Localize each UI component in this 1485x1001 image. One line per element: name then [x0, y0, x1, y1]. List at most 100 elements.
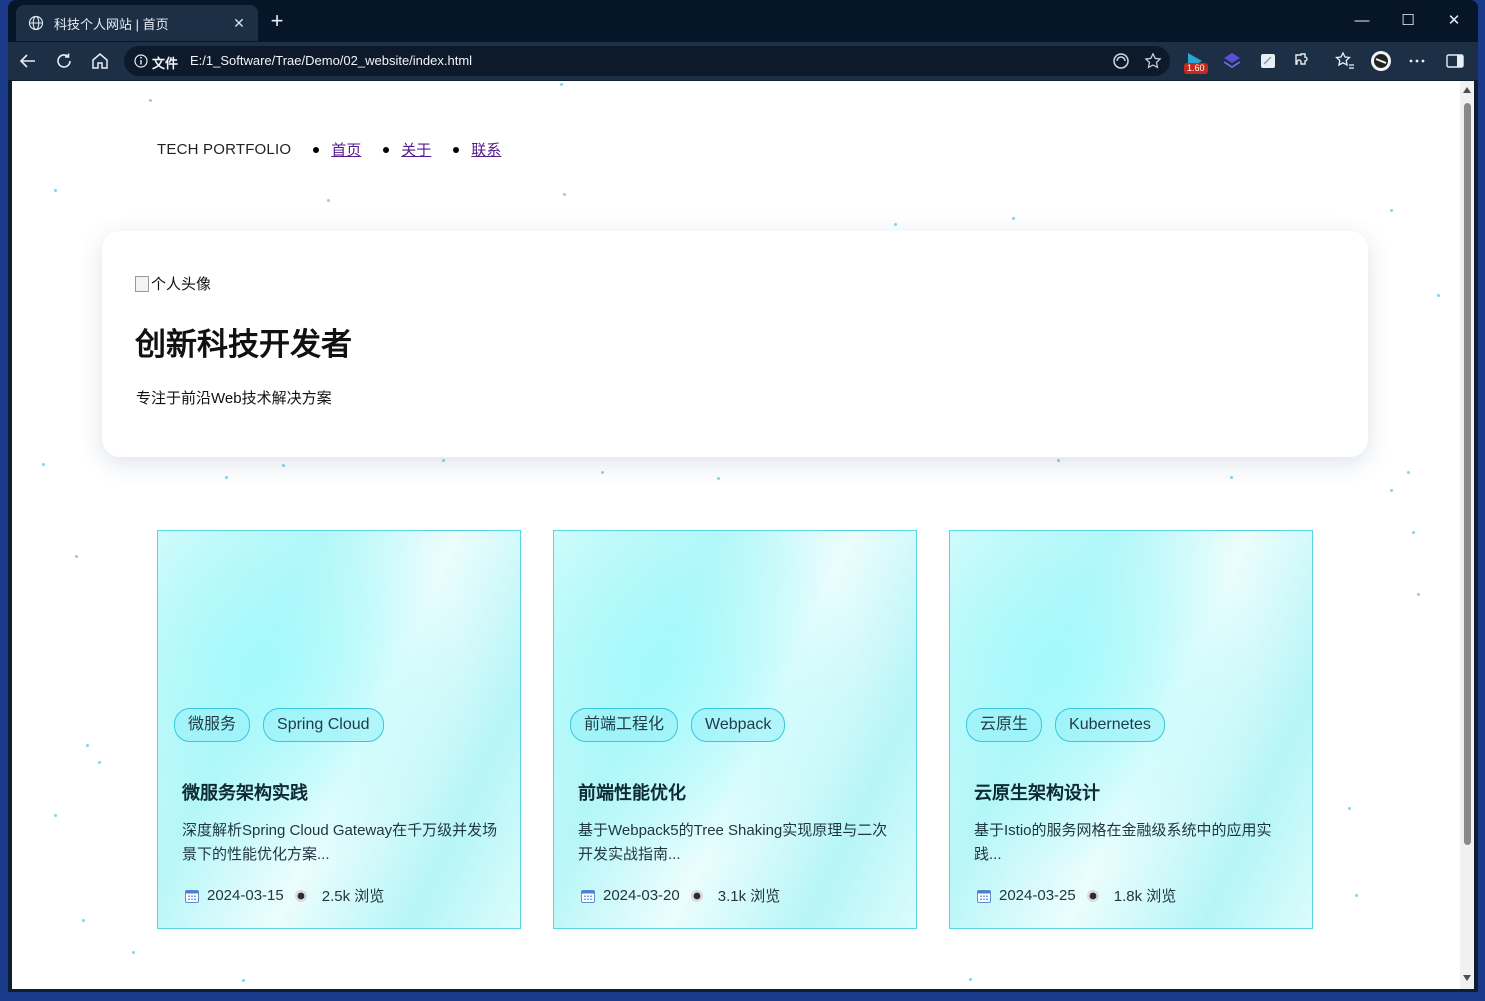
tag-chip[interactable]: 云原生	[966, 708, 1043, 742]
article-card[interactable]: 云原生 Kubernetes 云原生架构设计 基于Istio的服务网格在金融级系…	[949, 530, 1313, 929]
address-bar[interactable]: 文件 E:/1_Software/Trae/Demo/02_website/in…	[124, 46, 1170, 76]
article-card[interactable]: 微服务 Spring Cloud 微服务架构实践 深度解析Spring Clou…	[157, 530, 521, 929]
particle-dot	[149, 99, 152, 102]
reload-icon[interactable]	[53, 50, 75, 72]
nav-link-home[interactable]: 首页	[331, 139, 361, 160]
tag-chip[interactable]: 前端工程化	[570, 708, 679, 742]
minimize-button[interactable]: —	[1342, 8, 1382, 34]
list-bullet	[453, 146, 460, 153]
nav-link-contact[interactable]: 联系	[471, 139, 501, 160]
particle-dot	[98, 761, 101, 764]
particle-dot	[86, 744, 89, 747]
particle-dot	[601, 471, 604, 474]
broken-image-icon	[135, 275, 149, 292]
particle-dot	[1390, 209, 1393, 212]
globe-icon	[28, 15, 44, 31]
address-security-label: 文件	[152, 56, 179, 71]
particle-dot	[1417, 593, 1420, 596]
particle-dot	[894, 223, 897, 226]
site-brand: TECH PORTFOLIO	[157, 141, 292, 158]
card-description: 基于Istio的服务网格在金融级系统中的应用实践...	[974, 822, 1272, 863]
particle-dot	[1355, 894, 1358, 897]
views-eye-icon	[294, 889, 307, 902]
particle-dot	[969, 978, 972, 981]
browser-window: 科技个人网站 | 首页 ✕ + — ☐ ✕ 文件 E:/1_Software/T…	[8, 0, 1478, 992]
calendar-icon	[977, 889, 991, 903]
tag-list: 前端工程化 Webpack	[570, 708, 798, 742]
maximize-button[interactable]: ☐	[1388, 8, 1428, 34]
tag-list: 云原生 Kubernetes	[966, 708, 1178, 742]
card-date: 2024-03-20	[603, 887, 680, 904]
nav-item-contact: 联系	[453, 139, 501, 160]
back-icon[interactable]	[17, 50, 39, 72]
tag-list: 微服务 Spring Cloud	[174, 708, 397, 742]
particle-dot	[132, 951, 135, 954]
list-bullet	[383, 146, 390, 153]
views-eye-icon	[1086, 889, 1099, 902]
particle-dot	[563, 193, 566, 196]
favorite-star-icon[interactable]	[1144, 52, 1162, 70]
browser-tab-active[interactable]: 科技个人网站 | 首页 ✕	[16, 5, 258, 41]
close-window-button[interactable]: ✕	[1434, 8, 1474, 34]
card-title[interactable]: 微服务架构实践	[182, 779, 308, 805]
extension-note-icon[interactable]	[1257, 50, 1279, 72]
tag-chip[interactable]: Kubernetes	[1055, 708, 1165, 742]
particle-dot	[42, 463, 45, 466]
avatar: 个人头像	[135, 273, 211, 294]
card-views: 1.8k 浏览	[1113, 888, 1177, 905]
card-description: 深度解析Spring Cloud Gateway在千万级并发场景下的性能优化方案…	[182, 822, 498, 863]
profile-avatar-icon[interactable]	[1370, 50, 1392, 72]
tab-strip: 科技个人网站 | 首页 ✕ + — ☐ ✕	[8, 0, 1478, 42]
extension-layers-icon[interactable]	[1221, 50, 1243, 72]
particle-dot	[225, 476, 228, 479]
list-bullet	[313, 146, 320, 153]
particle-dot	[75, 555, 78, 558]
particle-dot	[717, 477, 720, 480]
tag-chip[interactable]: 微服务	[174, 708, 251, 742]
close-tab-icon[interactable]: ✕	[230, 15, 248, 32]
hero-title: 创新科技开发者	[135, 327, 352, 362]
particle-dot	[282, 464, 285, 467]
more-menu-icon[interactable]	[1406, 50, 1428, 72]
nav-item-about: 关于	[383, 139, 431, 160]
card-views: 2.5k 浏览	[321, 888, 385, 905]
sidebar-toggle-icon[interactable]	[1444, 50, 1466, 72]
calendar-icon	[581, 889, 595, 903]
particle-dot	[54, 814, 57, 817]
particle-dot	[1437, 294, 1440, 297]
info-icon[interactable]	[134, 54, 148, 68]
particle-dot	[1390, 489, 1393, 492]
particle-dot	[1230, 476, 1233, 479]
views-eye-icon	[690, 889, 703, 902]
nav-link-about[interactable]: 关于	[401, 139, 431, 160]
hero-card: 个人头像 创新科技开发者 专注于前沿Web技术解决方案	[102, 231, 1368, 457]
card-meta: 2024-03-25 1.8k 浏览	[976, 885, 1176, 906]
tag-chip[interactable]: Webpack	[691, 708, 786, 742]
new-tab-button[interactable]: +	[266, 10, 288, 32]
page-viewport: TECH PORTFOLIO 首页 关于 联系 个人头像 创新科技开发者 专注于…	[12, 81, 1474, 989]
particle-dot	[1348, 807, 1351, 810]
card-title[interactable]: 前端性能优化	[578, 779, 686, 805]
nav-item-home: 首页	[313, 139, 361, 160]
particle-dot	[54, 189, 57, 192]
avatar-alt-text: 个人头像	[151, 276, 212, 293]
particle-dot	[82, 919, 85, 922]
card-date: 2024-03-25	[999, 887, 1076, 904]
card-date: 2024-03-15	[207, 887, 284, 904]
extensions-puzzle-icon[interactable]	[1293, 50, 1315, 72]
particle-dot	[1407, 471, 1410, 474]
tag-chip[interactable]: Spring Cloud	[263, 708, 384, 742]
vertical-scrollbar[interactable]	[1460, 81, 1474, 989]
scroll-up-arrow-icon[interactable]	[1463, 87, 1471, 93]
card-title[interactable]: 云原生架构设计	[974, 779, 1100, 805]
tab-title: 科技个人网站 | 首页	[54, 16, 169, 32]
particle-dot	[1057, 459, 1060, 462]
favorites-icon[interactable]	[1334, 50, 1356, 72]
article-card[interactable]: 前端工程化 Webpack 前端性能优化 基于Webpack5的Tree Sha…	[553, 530, 917, 929]
scrollbar-thumb[interactable]	[1464, 103, 1471, 845]
read-aloud-icon[interactable]	[1112, 52, 1130, 70]
home-icon[interactable]	[89, 50, 111, 72]
address-url[interactable]: E:/1_Software/Trae/Demo/02_website/index…	[190, 53, 472, 68]
particle-dot	[560, 83, 563, 86]
scroll-down-arrow-icon[interactable]	[1463, 975, 1471, 981]
